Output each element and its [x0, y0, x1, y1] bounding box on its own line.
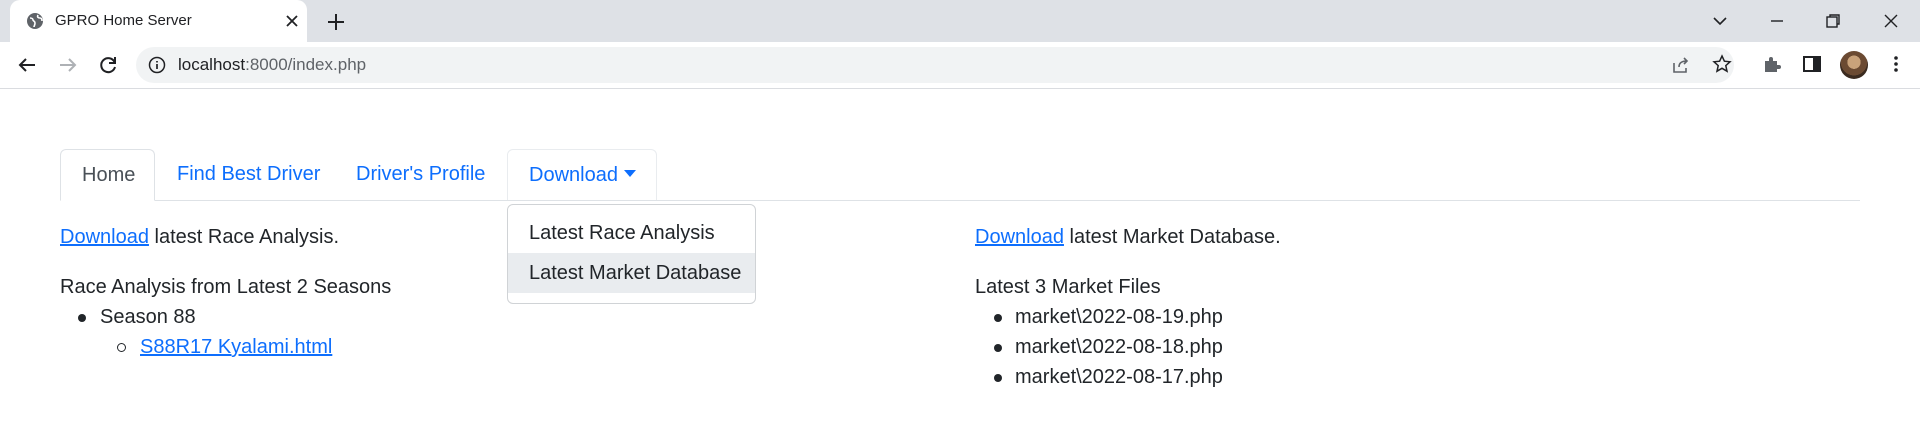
plus-icon[interactable] — [324, 10, 348, 34]
tab-drivers-profile[interactable]: Driver's Profile — [335, 149, 506, 200]
window-close-icon[interactable] — [1879, 9, 1903, 33]
minimize-icon[interactable] — [1765, 9, 1789, 33]
tab-find-best-driver[interactable]: Find Best Driver — [156, 149, 341, 200]
share-icon[interactable] — [1671, 55, 1691, 75]
chevron-down-icon[interactable] — [1708, 9, 1732, 33]
globe-icon — [27, 13, 43, 29]
back-icon[interactable] — [15, 53, 39, 77]
close-icon[interactable] — [282, 11, 302, 31]
list-bullet-circle — [117, 343, 126, 352]
list-bullet — [994, 314, 1002, 322]
side-panel-icon[interactable] — [1801, 53, 1823, 75]
race-analysis-download-line: Download latest Race Analysis. — [60, 226, 339, 249]
market-file-item: market\2022-08-17.php — [1015, 366, 1223, 388]
list-bullet — [994, 374, 1002, 382]
forward-icon[interactable] — [56, 53, 80, 77]
market-section-title: Latest 3 Market Files — [975, 276, 1161, 298]
list-bullet — [78, 314, 86, 322]
market-file-item: market\2022-08-19.php — [1015, 306, 1223, 328]
market-download-line: Download latest Market Database. — [975, 226, 1281, 249]
race-file-link[interactable]: S88R17 Kyalami.html — [140, 336, 332, 358]
url-text[interactable]: localhost:8000/index.php — [178, 55, 366, 75]
url-host: localhost — [178, 55, 246, 74]
restore-icon[interactable] — [1821, 9, 1845, 33]
url-path: :8000/index.php — [245, 55, 367, 74]
race-file-item: S88R17 Kyalami.html — [140, 336, 332, 359]
more-menu-icon[interactable] — [1885, 53, 1907, 75]
market-download-link[interactable]: Download — [975, 226, 1064, 248]
season-item: Season 88 — [100, 306, 196, 328]
puzzle-icon[interactable] — [1761, 53, 1783, 75]
race-analysis-download-text: latest Race Analysis. — [148, 226, 340, 248]
market-file-item: market\2022-08-18.php — [1015, 336, 1223, 358]
browser-tab-strip: GPRO Home Server — [0, 0, 1920, 42]
race-analysis-section-title: Race Analysis from Latest 2 Seasons — [60, 276, 392, 298]
list-bullet — [994, 344, 1002, 352]
menu-item-latest-market-database[interactable]: Latest Market Database — [508, 253, 755, 293]
market-download-text: latest Market Database. — [1063, 226, 1281, 248]
caret-down-icon — [623, 170, 636, 177]
reload-icon[interactable] — [96, 53, 120, 77]
browser-toolbar: localhost:8000/index.php — [0, 42, 1920, 89]
tab-title: GPRO Home Server — [55, 12, 192, 29]
tab-download-dropdown[interactable]: Download — [507, 149, 657, 200]
star-icon[interactable] — [1712, 54, 1732, 74]
address-bar[interactable]: localhost:8000/index.php — [136, 47, 1734, 83]
download-dropdown-menu: Latest Race Analysis Latest Market Datab… — [507, 204, 756, 304]
tab-home[interactable]: Home — [60, 149, 155, 201]
tab-download-label: Download — [529, 164, 618, 186]
menu-item-latest-race-analysis[interactable]: Latest Race Analysis — [508, 213, 755, 253]
race-analysis-download-link[interactable]: Download — [60, 226, 149, 248]
info-icon[interactable] — [148, 56, 166, 74]
nav-tabs: Home Find Best Driver Driver's Profile D… — [60, 149, 1860, 201]
profile-avatar[interactable] — [1840, 51, 1868, 79]
browser-tab[interactable]: GPRO Home Server — [10, 0, 307, 42]
